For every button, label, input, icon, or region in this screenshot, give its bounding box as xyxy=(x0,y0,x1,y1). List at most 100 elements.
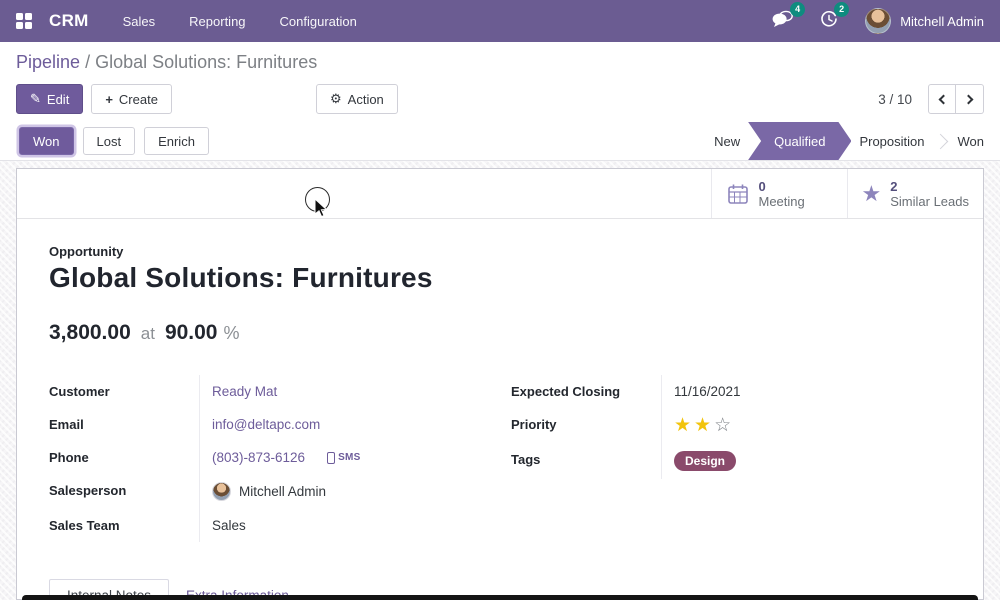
mobile-phone-icon xyxy=(327,452,335,464)
priority-star-1-icon[interactable]: ★ xyxy=(674,416,691,435)
pager-next-button[interactable] xyxy=(956,84,984,114)
salesperson-avatar xyxy=(212,482,231,501)
tag-design-pill[interactable]: Design xyxy=(674,451,736,471)
fields-right-group: Expected Closing 11/16/2021 Priority ★ ★… xyxy=(511,375,951,479)
record-pager: 3 / 10 xyxy=(878,84,984,114)
create-button-label: Create xyxy=(119,92,158,107)
expected-revenue-row: 3,800.00 at 90.00 % xyxy=(49,321,951,345)
crm-app-window: CRM Sales Reporting Configuration 4 2 xyxy=(0,0,1000,600)
apps-grid-square xyxy=(25,13,32,20)
stage-qualified-active[interactable]: Qualified xyxy=(748,122,851,160)
meeting-stat-button[interactable]: 0 Meeting xyxy=(711,169,847,218)
salesperson-value[interactable]: Mitchell Admin xyxy=(239,484,326,499)
form-sheet: 0 Meeting ★ 2 Similar Leads Opportunity … xyxy=(16,168,984,600)
sales-team-value[interactable]: Sales xyxy=(212,518,246,533)
user-name[interactable]: Mitchell Admin xyxy=(900,14,984,29)
tags-label: Tags xyxy=(511,443,661,479)
meeting-label: Meeting xyxy=(759,194,805,209)
sms-label: SMS xyxy=(338,452,361,463)
top-navbar: CRM Sales Reporting Configuration 4 2 xyxy=(0,0,1000,42)
control-panel: Pipeline / Global Solutions: Furnitures … xyxy=(0,42,1000,122)
similar-leads-count: 2 xyxy=(890,179,969,194)
plus-icon: + xyxy=(105,92,113,107)
similar-leads-stat-button[interactable]: ★ 2 Similar Leads xyxy=(847,169,984,218)
gear-icon: ⚙ xyxy=(330,91,342,107)
user-avatar[interactable] xyxy=(865,8,891,34)
edit-button[interactable]: ✎ Edit xyxy=(16,84,83,114)
activities-button[interactable]: 2 xyxy=(819,9,839,34)
meeting-count: 0 xyxy=(759,179,805,194)
won-button[interactable]: Won xyxy=(19,127,74,155)
navbar-right: 4 2 Mitchell Admin xyxy=(747,8,984,34)
menu-reporting[interactable]: Reporting xyxy=(189,14,245,29)
action-button-label: Action xyxy=(348,92,384,107)
form-view-background: 0 Meeting ★ 2 Similar Leads Opportunity … xyxy=(0,161,1000,600)
chevron-left-icon xyxy=(939,94,949,104)
record-type-label: Opportunity xyxy=(49,244,951,259)
screencast-bottom-bar xyxy=(22,595,978,600)
stage-pipeline: New Qualified Proposition Won xyxy=(698,122,1000,160)
menu-sales[interactable]: Sales xyxy=(123,14,156,29)
mouse-cursor-icon xyxy=(314,198,328,218)
sales-team-label: Sales Team xyxy=(49,509,199,542)
expected-closing-value[interactable]: 11/16/2021 xyxy=(674,384,741,399)
phone-label: Phone xyxy=(49,441,199,474)
app-name[interactable]: CRM xyxy=(49,11,89,31)
cursor-click-indicator xyxy=(305,187,331,213)
priority-star-2-icon[interactable]: ★ xyxy=(694,416,711,435)
email-value-link[interactable]: info@deltapc.com xyxy=(212,417,320,432)
stage-won[interactable]: Won xyxy=(942,122,1000,160)
percent-sign: % xyxy=(224,323,240,344)
priority-field-row: Priority ★ ★ ☆ xyxy=(511,408,951,443)
email-field-row: Email info@deltapc.com xyxy=(49,408,489,441)
sheet-body: Opportunity Global Solutions: Furnitures… xyxy=(17,244,983,600)
at-label: at xyxy=(141,324,155,344)
salesperson-label: Salesperson xyxy=(49,474,199,509)
control-panel-buttons: ✎ Edit + Create ⚙ Action 3 / 10 xyxy=(16,84,984,114)
apps-grid-square xyxy=(25,22,32,29)
sales-team-field-row: Sales Team Sales xyxy=(49,509,489,542)
customer-label: Customer xyxy=(49,375,199,408)
stat-button-bar: 0 Meeting ★ 2 Similar Leads xyxy=(17,169,983,219)
customer-value-link[interactable]: Ready Mat xyxy=(212,384,277,399)
calendar-icon xyxy=(726,182,750,206)
expected-revenue-value: 3,800.00 xyxy=(49,321,131,345)
fields-left-group: Customer Ready Mat Email info@deltapc.co… xyxy=(49,375,489,542)
similar-leads-stat-text: 2 Similar Leads xyxy=(890,179,969,209)
messages-badge: 4 xyxy=(790,2,805,17)
menu-configuration[interactable]: Configuration xyxy=(280,14,357,29)
pencil-icon: ✎ xyxy=(30,91,41,107)
pager-previous-button[interactable] xyxy=(928,84,956,114)
breadcrumb-current: Global Solutions: Furnitures xyxy=(95,52,317,72)
salesperson-field-row: Salesperson Mitchell Admin xyxy=(49,474,489,509)
expected-closing-label: Expected Closing xyxy=(511,375,661,408)
meeting-stat-text: 0 Meeting xyxy=(759,179,805,209)
sms-button[interactable]: SMS xyxy=(327,452,361,464)
messages-button[interactable]: 4 xyxy=(771,9,795,34)
statusbar: Won Lost Enrich New Qualified Propositio… xyxy=(0,122,1000,161)
chevron-right-icon xyxy=(963,94,973,104)
apps-menu-icon[interactable] xyxy=(16,13,33,30)
breadcrumb: Pipeline / Global Solutions: Furnitures xyxy=(16,52,984,73)
action-menu-button[interactable]: ⚙ Action xyxy=(316,84,398,114)
record-title: Global Solutions: Furnitures xyxy=(49,262,951,294)
lost-button[interactable]: Lost xyxy=(83,127,136,155)
phone-field-row: Phone (803)-873-6126 SMS xyxy=(49,441,489,474)
apps-grid-square xyxy=(16,22,23,29)
phone-value-link[interactable]: (803)-873-6126 xyxy=(212,450,305,465)
activities-badge: 2 xyxy=(834,2,849,17)
star-icon: ★ xyxy=(862,183,882,205)
tags-field-row: Tags Design xyxy=(511,443,951,479)
enrich-button[interactable]: Enrich xyxy=(144,127,209,155)
priority-label: Priority xyxy=(511,408,661,443)
create-button[interactable]: + Create xyxy=(91,84,172,114)
breadcrumb-pipeline-link[interactable]: Pipeline xyxy=(16,52,80,72)
apps-grid-square xyxy=(16,13,23,20)
customer-field-row: Customer Ready Mat xyxy=(49,375,489,408)
email-label: Email xyxy=(49,408,199,441)
priority-star-3-icon[interactable]: ☆ xyxy=(714,416,731,435)
pager-counter: 3 / 10 xyxy=(878,92,912,107)
stage-proposition[interactable]: Proposition xyxy=(843,122,940,160)
stage-new[interactable]: New xyxy=(698,122,756,160)
edit-button-label: Edit xyxy=(47,92,69,107)
